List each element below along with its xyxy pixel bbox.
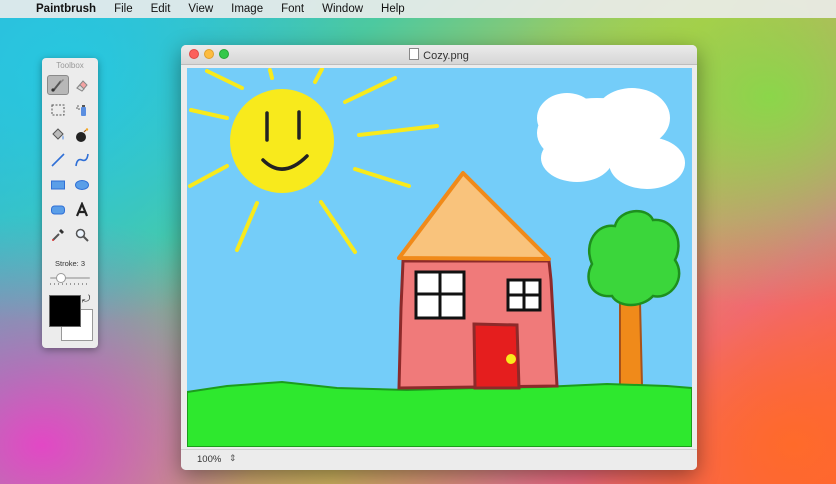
cloud: [537, 88, 685, 189]
tree-trunk: [619, 301, 644, 387]
fill-bucket-icon[interactable]: [47, 125, 69, 145]
swap-colors-icon[interactable]: ⤾: [82, 294, 90, 305]
zoom-level[interactable]: 100%: [197, 454, 221, 465]
house-window-left: [414, 270, 466, 320]
grass: [187, 380, 692, 447]
window-titlebar[interactable]: Cozy.png: [181, 45, 697, 65]
sun: [230, 89, 334, 193]
zoom-tool-icon[interactable]: [71, 225, 93, 245]
document-window: Cozy.png 100% ⇕: [181, 45, 697, 470]
stroke-label: Stroke: 3: [54, 259, 85, 268]
rounded-rectangle-tool-icon[interactable]: [47, 200, 69, 220]
menu-edit[interactable]: Edit: [142, 0, 180, 18]
toolbox-panel: Toolbox Stroke: 3 ⤾: [42, 58, 98, 348]
foreground-color-swatch[interactable]: [49, 295, 81, 327]
door-knob: [506, 354, 516, 364]
eraser-tool-icon[interactable]: [71, 75, 93, 95]
brush-tool-icon[interactable]: [47, 75, 69, 95]
ellipse-tool-icon[interactable]: [71, 175, 93, 195]
window-title: Cozy.png: [423, 50, 469, 62]
menu-file[interactable]: File: [105, 0, 142, 18]
house-roof: [397, 171, 551, 261]
menu-view[interactable]: View: [179, 0, 222, 18]
stroke-slider-thumb[interactable]: [56, 273, 66, 283]
drawing-artwork: [187, 68, 692, 447]
status-bar: 100% ⇕: [181, 449, 697, 470]
menu-app-name[interactable]: Paintbrush: [30, 0, 105, 18]
menu-window[interactable]: Window: [313, 0, 372, 18]
menu-bar: Paintbrush File Edit View Image Font Win…: [0, 0, 836, 18]
zoom-stepper-icon[interactable]: ⇕: [229, 453, 237, 464]
menu-image[interactable]: Image: [222, 0, 272, 18]
bomb-icon[interactable]: [71, 125, 93, 145]
house-window-right: [506, 278, 542, 312]
tree-crown: [587, 210, 681, 307]
text-tool-icon[interactable]: [71, 200, 93, 220]
menu-font[interactable]: Font: [272, 0, 313, 18]
curve-tool-icon[interactable]: [71, 150, 93, 170]
select-tool-icon[interactable]: [47, 100, 69, 120]
eyedropper-tool-icon[interactable]: [47, 225, 69, 245]
menu-help[interactable]: Help: [372, 0, 414, 18]
stroke-slider[interactable]: [50, 272, 90, 286]
document-icon: [409, 48, 420, 60]
drawing-canvas[interactable]: [187, 68, 692, 447]
rectangle-tool-icon[interactable]: [47, 175, 69, 195]
line-tool-icon[interactable]: [47, 150, 69, 170]
spray-tool-icon[interactable]: [71, 100, 93, 120]
toolbox-title: Toolbox: [56, 61, 84, 70]
